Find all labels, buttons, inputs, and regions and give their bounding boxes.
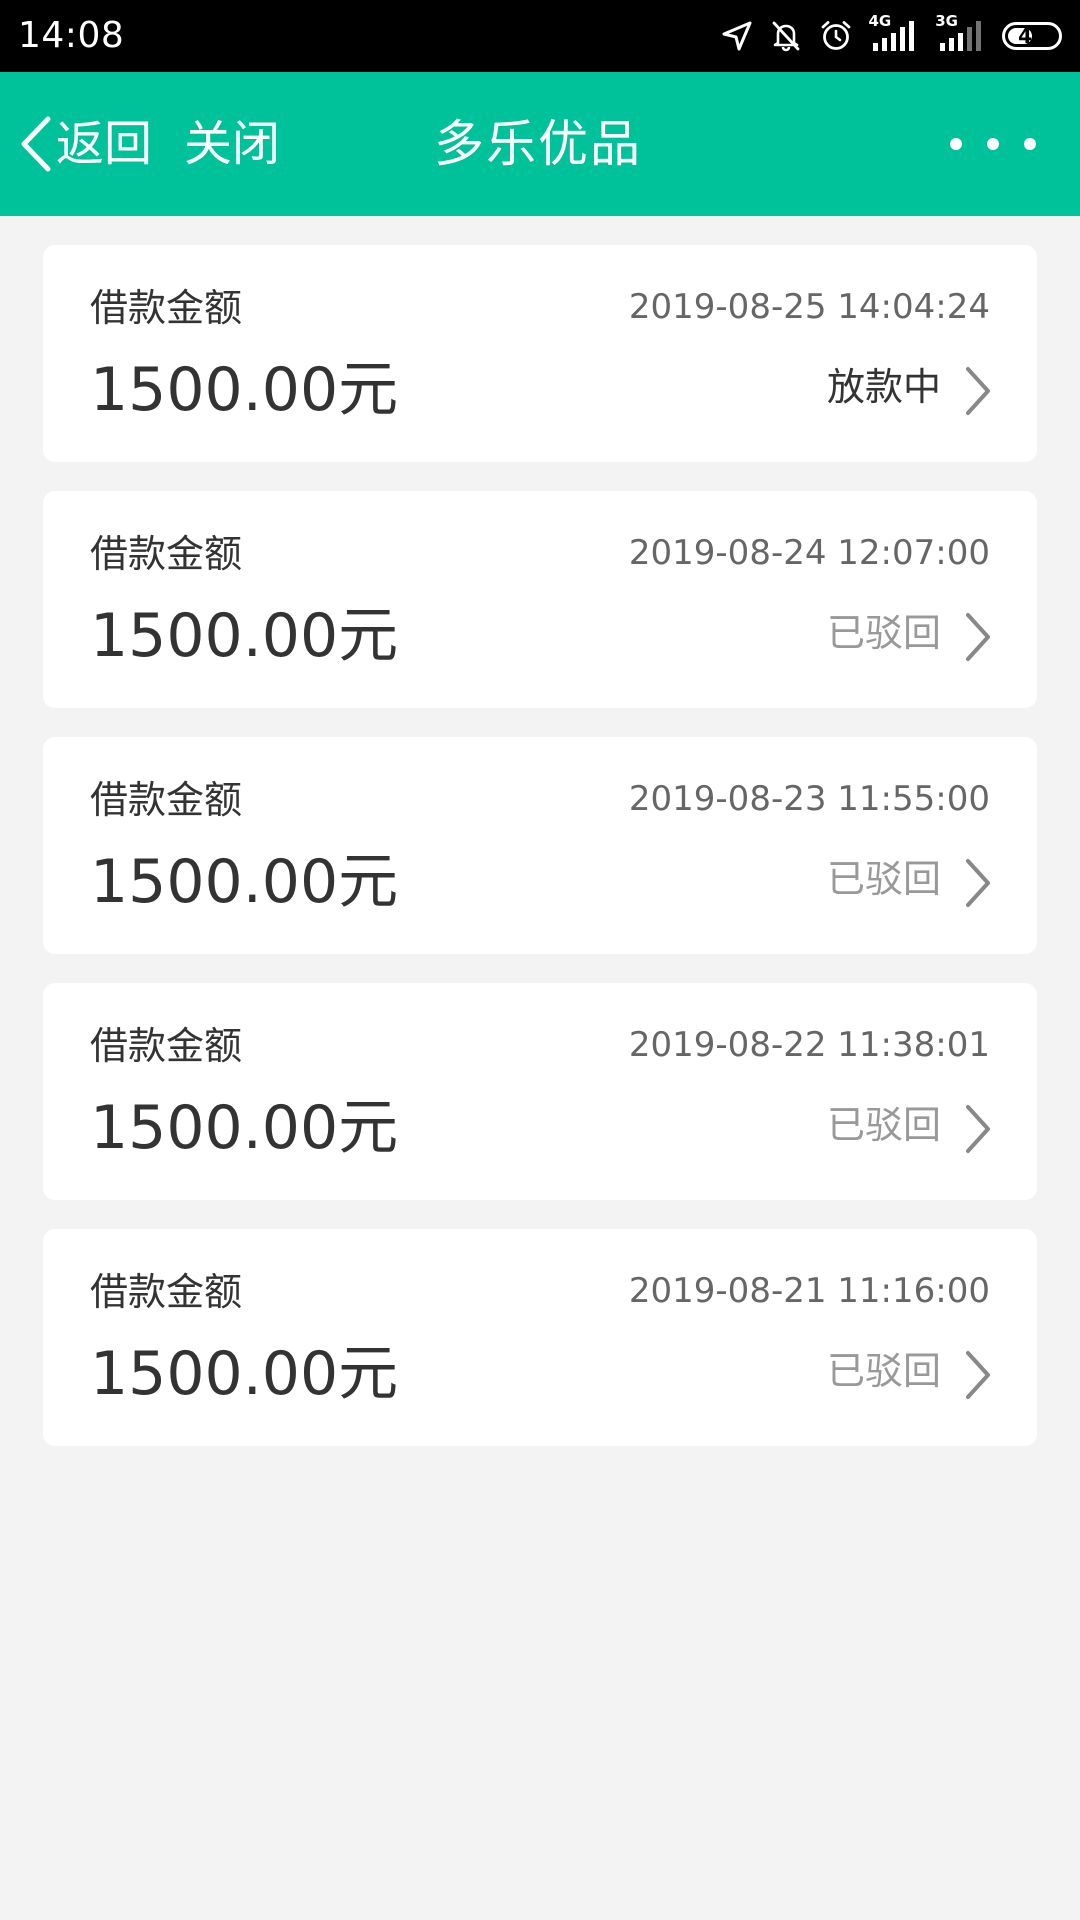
loan-amount-label: 借款金额: [90, 532, 243, 576]
signal-4g: 4G: [869, 14, 920, 51]
loan-status: 已驳回: [826, 1349, 941, 1393]
loan-date: 2019-08-22 11:38:01: [628, 1025, 990, 1065]
loan-amount: 1500.00元: [90, 1093, 399, 1163]
loan-amount: 1500.00元: [90, 1339, 399, 1409]
network-type-label: 4G: [868, 12, 892, 30]
battery-indicator: 44: [1002, 22, 1062, 50]
loan-amount-label: 借款金额: [90, 1024, 243, 1068]
chevron-right-icon: [963, 857, 993, 909]
status-time: 14:08: [18, 15, 125, 56]
loan-date: 2019-08-24 12:07:00: [628, 533, 990, 573]
nav-bar: 返回 关闭 多乐优品: [0, 72, 1080, 216]
loan-date: 2019-08-25 14:04:24: [628, 287, 990, 327]
loan-record-card[interactable]: 借款金额 2019-08-21 11:16:00 1500.00元 已驳回: [43, 1229, 1037, 1446]
loan-status: 已驳回: [826, 1103, 941, 1147]
signal-3g: 3G: [935, 14, 986, 51]
loan-amount: 1500.00元: [90, 847, 399, 917]
more-options-button[interactable]: [950, 132, 1036, 156]
loan-status: 放款中: [826, 365, 941, 409]
page-title: 多乐优品: [434, 115, 642, 173]
chevron-right-icon: [963, 1349, 993, 1401]
status-icons: 4G 3G 44: [721, 14, 1062, 58]
chevron-right-icon: [963, 365, 993, 417]
loan-date: 2019-08-21 11:16:00: [628, 1271, 990, 1311]
loan-record-card[interactable]: 借款金额 2019-08-22 11:38:01 1500.00元 已驳回: [43, 983, 1037, 1200]
loan-amount-label: 借款金额: [90, 286, 243, 330]
chevron-right-icon: [963, 1103, 993, 1155]
close-button[interactable]: 关闭: [184, 110, 280, 178]
loan-status: 已驳回: [826, 857, 941, 901]
chevron-right-icon: [963, 611, 993, 663]
loan-record-card[interactable]: 借款金额 2019-08-24 12:07:00 1500.00元 已驳回: [43, 491, 1037, 708]
loan-amount-label: 借款金额: [90, 1270, 243, 1314]
loan-record-card[interactable]: 借款金额 2019-08-25 14:04:24 1500.00元 放款中: [43, 245, 1037, 462]
chevron-left-icon: [18, 116, 52, 172]
battery-level: 44: [1018, 24, 1046, 48]
alarm-icon: [819, 19, 853, 53]
more-dot-icon: [950, 138, 962, 150]
more-dot-icon: [1024, 138, 1036, 150]
back-label: 返回: [56, 116, 153, 172]
loan-amount: 1500.00元: [90, 355, 399, 425]
mute-bell-icon: [769, 19, 803, 53]
location-icon: [721, 20, 753, 52]
status-bar: 14:08 4G 3G 44: [0, 0, 1080, 72]
back-button[interactable]: 返回: [18, 110, 152, 178]
network-type-label: 3G: [935, 12, 958, 30]
more-dot-icon: [987, 138, 999, 150]
loan-status: 已驳回: [826, 611, 941, 655]
loan-record-card[interactable]: 借款金额 2019-08-23 11:55:00 1500.00元 已驳回: [43, 737, 1037, 954]
loan-amount-label: 借款金额: [90, 778, 243, 822]
loan-date: 2019-08-23 11:55:00: [628, 779, 990, 819]
loan-amount: 1500.00元: [90, 601, 399, 671]
loan-list: 借款金额 2019-08-25 14:04:24 1500.00元 放款中 借款…: [43, 245, 1037, 1475]
